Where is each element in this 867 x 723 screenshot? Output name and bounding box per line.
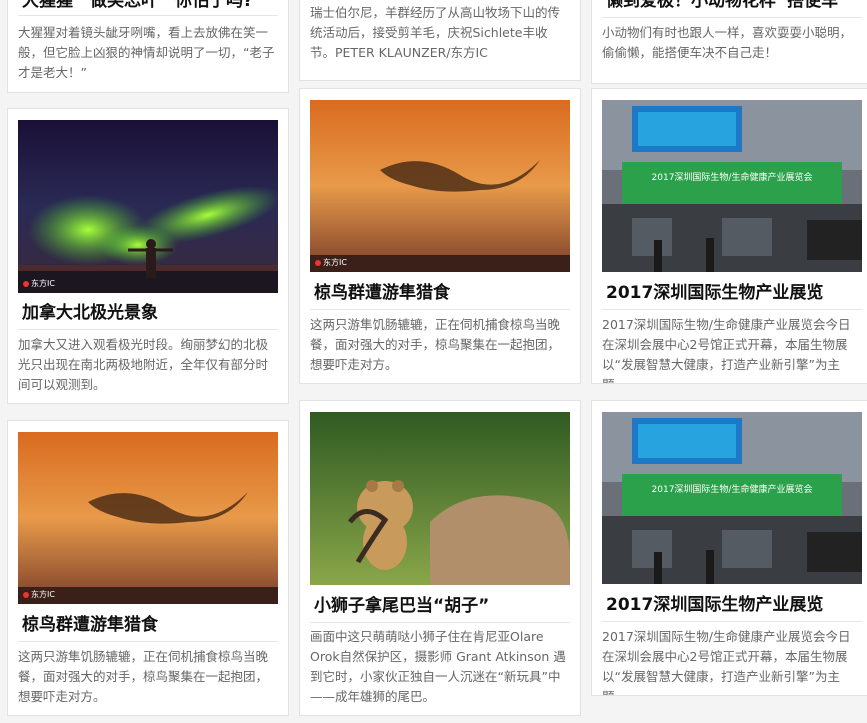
divider	[310, 309, 570, 310]
news-card-expo-2[interactable]: 2017深圳国际生物/生命健康产业展览会 2017深圳国际生物产业展览 2017…	[591, 400, 867, 696]
starlings-image	[18, 432, 278, 604]
card-description: 这两只游隼饥肠辘辘，正在伺机捕食椋鸟当晚餐，面对强大的对手，椋鸟聚集在一起抱团，…	[18, 649, 269, 704]
news-card-starlings-2[interactable]: 东方IC 椋鸟群遭游隼猎食 这两只游隼饥肠辘辘，正在伺机捕食椋鸟当晚餐，面对强大…	[299, 88, 581, 384]
expo-photo[interactable]: 2017深圳国际生物/生命健康产业展览会	[602, 412, 862, 584]
divider	[602, 309, 862, 310]
expo-image: 2017深圳国际生物/生命健康产业展览会	[602, 412, 862, 584]
news-card-aurora[interactable]: 东方IC 加拿大北极光景象 加拿大又进入观看极光时段。绚丽梦幻的北极光只出现在南…	[7, 108, 289, 404]
aurora-photo[interactable]: 东方IC	[18, 120, 278, 293]
card-description: 大猩猩对着镜头龇牙咧嘴，看上去放佛在笑一般，但它脸上凶狠的神情却说明了一切，“老…	[18, 25, 275, 80]
divider	[602, 621, 862, 622]
watermark: 东方IC	[23, 589, 55, 600]
card-title[interactable]: 椋鸟群遭游隼猎食	[314, 281, 566, 305]
divider	[602, 17, 862, 18]
news-card-starlings[interactable]: 东方IC 椋鸟群遭游隼猎食 这两只游隼饥肠辘辘，正在伺机捕食椋鸟当晚餐，面对强大…	[7, 420, 289, 716]
lion-cub-photo[interactable]	[310, 412, 570, 585]
banner-text: 2017深圳国际生物/生命健康产业展览会	[652, 171, 813, 183]
divider	[18, 15, 278, 16]
card-title[interactable]: 大猩猩 做笑忘叶 你怕了吗?	[22, 0, 274, 13]
card-title[interactable]: 椋鸟群遭游隼猎食	[22, 613, 274, 637]
card-description: 2017深圳国际生物/生命健康产业展览会今日在深圳会展中心2号馆正式开幕，本届生…	[602, 317, 851, 383]
news-card-hitchhike[interactable]: 懒到爱极！小动物花样“搭便车” 小动物们有时也跟人一样，喜欢耍耍小聪明，偷偷懒，…	[591, 0, 867, 84]
starlings-image	[310, 100, 570, 272]
card-title[interactable]: 加拿大北极光景象	[22, 301, 274, 325]
card-description: 瑞士伯尔尼，羊群经历了从高山牧场下山的传统活动后，接受剪羊毛，庆祝Sichlet…	[310, 5, 561, 60]
divider	[18, 329, 278, 330]
banner-text: 2017深圳国际生物/生命健康产业展览会	[652, 483, 813, 495]
card-description: 这两只游隼饥肠辘辘，正在伺机捕食椋鸟当晚餐，面对强大的对手，椋鸟聚集在一起抱团，…	[310, 317, 561, 372]
card-description: 小动物们有时也跟人一样，喜欢耍耍小聪明，偷偷懒，能搭便车决不自己走！	[602, 25, 853, 60]
divider	[18, 641, 278, 642]
expo-photo[interactable]: 2017深圳国际生物/生命健康产业展览会	[602, 100, 862, 272]
lion-cub-image	[310, 412, 570, 585]
card-title[interactable]: 懒到爱极！小动物花样“搭便车”	[606, 0, 858, 13]
expo-image: 2017深圳国际生物/生命健康产业展览会	[602, 100, 862, 272]
card-title[interactable]: 2017深圳国际生物产业展览	[606, 281, 858, 305]
watermark: 东方IC	[23, 278, 55, 289]
watermark: 东方IC	[315, 257, 347, 268]
news-card-gorilla[interactable]: 大猩猩 做笑忘叶 你怕了吗? 大猩猩对着镜头龇牙咧嘴，看上去放佛在笑一般，但它脸…	[7, 0, 289, 93]
divider	[310, 622, 570, 623]
news-card-expo[interactable]: 2017深圳国际生物/生命健康产业展览会 2017深圳国际生物产业展览 2017…	[591, 88, 867, 384]
card-title[interactable]: 小狮子拿尾巴当“胡子”	[314, 594, 566, 618]
news-card-lion-cub[interactable]: 小狮子拿尾巴当“胡子” 画面中这只萌萌哒小狮子住在肯尼亚Olare Orok自然…	[299, 400, 581, 716]
card-description: 加拿大又进入观看极光时段。绚丽梦幻的北极光只出现在南北两极地附近，全年仅有部分时…	[18, 337, 269, 392]
card-title[interactable]: 2017深圳国际生物产业展览	[606, 593, 858, 617]
starlings-photo[interactable]: 东方IC	[18, 432, 278, 604]
card-description: 画面中这只萌萌哒小狮子住在肯尼亚Olare Orok自然保护区，摄影师 Gran…	[310, 629, 566, 704]
aurora-image	[18, 120, 278, 293]
card-description: 2017深圳国际生物/生命健康产业展览会今日在深圳会展中心2号馆正式开幕，本届生…	[602, 629, 851, 695]
news-card-sheep[interactable]: 瑞士伯尔尼，羊群经历了从高山牧场下山的传统活动后，接受剪羊毛，庆祝Sichlet…	[299, 0, 581, 81]
starlings-photo[interactable]: 东方IC	[310, 100, 570, 272]
